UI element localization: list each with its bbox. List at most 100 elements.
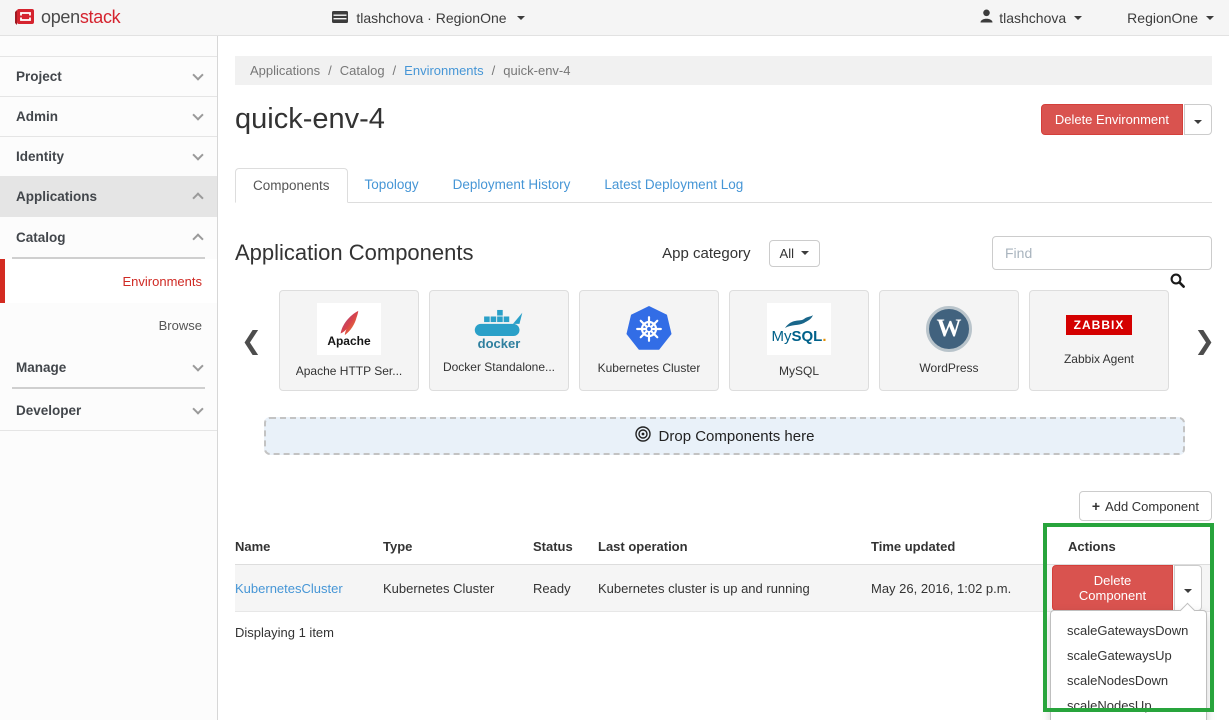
- carousel-next-button[interactable]: ❯: [1186, 326, 1212, 356]
- openstack-logo[interactable]: openstack: [14, 6, 120, 29]
- action-menu-item-scale-nodes-down[interactable]: scaleNodesDown: [1051, 668, 1206, 693]
- breadcrumb-item-catalog: Catalog: [340, 63, 385, 78]
- action-menu-item-scale-gateways-down[interactable]: scaleGatewaysDown: [1051, 618, 1206, 643]
- add-component-button[interactable]: + Add Component: [1079, 491, 1212, 521]
- component-tile-kubernetes[interactable]: Kubernetes Cluster: [579, 290, 719, 391]
- tab-topology[interactable]: Topology: [348, 168, 436, 203]
- docker-logo: docker: [472, 307, 526, 351]
- caret-down-icon: [517, 16, 525, 20]
- action-menu: scaleGatewaysDown scaleGatewaysUp scaleN…: [1050, 610, 1207, 720]
- sidebar-divider: [12, 387, 205, 389]
- topbar: openstack tlashchova · RegionOne tlashch…: [0, 0, 1229, 36]
- region-menu[interactable]: RegionOne: [1127, 10, 1214, 26]
- sidebar-item-applications[interactable]: Applications: [0, 177, 217, 217]
- sidebar-item-browse[interactable]: Browse: [0, 303, 217, 347]
- project-switcher-label: tlashchova · RegionOne: [356, 10, 506, 26]
- breadcrumb-item-environments[interactable]: Environments: [404, 63, 483, 78]
- component-name-link[interactable]: KubernetesCluster: [235, 581, 343, 596]
- caret-down-icon: [1184, 589, 1192, 593]
- component-tile-mysql[interactable]: MySQL. MySQL: [729, 290, 869, 391]
- components-carousel: ❮ Apache Apache HTTP Ser...: [235, 290, 1212, 391]
- drop-zone[interactable]: Drop Components here: [264, 417, 1185, 455]
- plus-icon: +: [1092, 498, 1100, 514]
- app-category-dropdown[interactable]: All: [769, 240, 820, 267]
- wordpress-logo: W: [926, 306, 972, 352]
- region-menu-label: RegionOne: [1127, 10, 1198, 26]
- table-row: KubernetesCluster Kubernetes Cluster Rea…: [235, 565, 1212, 612]
- apache-logo: Apache: [317, 303, 381, 355]
- user-menu-label: tlashchova: [999, 10, 1066, 26]
- drop-zone-label: Drop Components here: [659, 428, 815, 445]
- user-icon: [980, 9, 993, 26]
- delete-environment-caret-button[interactable]: [1184, 104, 1212, 135]
- chevron-up-icon: [192, 192, 203, 203]
- breadcrumb-item-applications: Applications: [250, 63, 320, 78]
- breadcrumb-separator: /: [328, 63, 332, 78]
- breadcrumb-item-current: quick-env-4: [503, 63, 570, 78]
- sidebar-item-label: Manage: [16, 360, 66, 375]
- page-title: quick-env-4: [235, 103, 385, 136]
- chevron-down-icon: [192, 403, 203, 414]
- action-menu-item-scale-gateways-up[interactable]: scaleGatewaysUp: [1051, 643, 1206, 668]
- component-tile-apache[interactable]: Apache Apache HTTP Ser...: [279, 290, 419, 391]
- cell-actions: Delete Component scaleGatewaysDown scale…: [1036, 565, 1212, 612]
- table-header-type: Type: [383, 529, 533, 565]
- tab-deployment-history[interactable]: Deployment History: [436, 168, 588, 203]
- sidebar-item-admin[interactable]: Admin: [0, 97, 217, 137]
- tile-label: Apache HTTP Ser...: [296, 364, 403, 378]
- table-header-time-updated: Time updated: [871, 529, 1036, 565]
- table-header-status: Status: [533, 529, 598, 565]
- sidebar-item-developer[interactable]: Developer: [0, 391, 217, 431]
- brand-wordmark: openstack: [41, 7, 120, 28]
- cell-time-updated: May 26, 2016, 1:02 p.m.: [871, 565, 1036, 612]
- drop-target-icon: [635, 426, 651, 446]
- tab-components[interactable]: Components: [235, 168, 348, 203]
- search-icon[interactable]: [1170, 273, 1185, 287]
- sidebar: Project Admin Identity Applications Cata…: [0, 36, 218, 720]
- kubernetes-logo: [626, 306, 672, 352]
- sidebar-item-label: Developer: [16, 403, 81, 418]
- tile-label: Docker Standalone...: [443, 360, 555, 374]
- sidebar-item-label: Catalog: [16, 230, 66, 245]
- project-switcher[interactable]: tlashchova · RegionOne: [332, 10, 524, 26]
- action-menu-item-scale-nodes-up[interactable]: scaleNodesUp: [1051, 693, 1206, 718]
- breadcrumb-separator: /: [393, 63, 397, 78]
- caret-down-icon: [1206, 16, 1214, 20]
- delete-environment-button[interactable]: Delete Environment: [1041, 104, 1183, 135]
- component-tile-zabbix[interactable]: ZABBIX Zabbix Agent: [1029, 290, 1169, 391]
- tab-bar: Components Topology Deployment History L…: [235, 168, 1212, 203]
- table-header-last-operation: Last operation: [598, 529, 871, 565]
- section-heading: Application Components: [235, 240, 473, 266]
- user-menu[interactable]: tlashchova: [980, 9, 1082, 26]
- tab-latest-deployment-log[interactable]: Latest Deployment Log: [587, 168, 760, 203]
- caret-down-icon: [1074, 16, 1082, 20]
- app-category-value: All: [780, 246, 794, 261]
- app-category-label: App category: [662, 245, 750, 262]
- cell-last-operation: Kubernetes cluster is up and running: [598, 565, 871, 612]
- tile-label: WordPress: [919, 361, 978, 375]
- caret-down-icon: [801, 251, 809, 255]
- component-tile-docker[interactable]: docker Docker Standalone...: [429, 290, 569, 391]
- sidebar-item-label: Project: [16, 69, 62, 84]
- sidebar-item-manage[interactable]: Manage: [0, 347, 217, 387]
- caret-down-icon: [1194, 120, 1202, 124]
- sidebar-item-identity[interactable]: Identity: [0, 137, 217, 177]
- table-header-name: Name: [235, 529, 383, 565]
- component-tile-wordpress[interactable]: W WordPress: [879, 290, 1019, 391]
- carousel-prev-button[interactable]: ❮: [235, 326, 279, 356]
- sidebar-item-environments[interactable]: Environments: [0, 259, 217, 303]
- sidebar-item-label: Identity: [16, 149, 64, 164]
- zabbix-logo: ZABBIX: [1066, 315, 1133, 335]
- sidebar-item-label: Applications: [16, 189, 97, 204]
- table-header-actions: Actions: [1036, 529, 1212, 565]
- cell-status: Ready: [533, 565, 598, 612]
- delete-component-button[interactable]: Delete Component: [1052, 565, 1173, 611]
- find-input[interactable]: [992, 236, 1212, 270]
- sidebar-item-project[interactable]: Project: [0, 57, 217, 97]
- chevron-down-icon: [192, 360, 203, 371]
- sidebar-item-catalog[interactable]: Catalog: [0, 217, 217, 257]
- chevron-up-icon: [192, 233, 203, 244]
- tile-label: MySQL: [779, 364, 819, 378]
- components-table: Name Type Status Last operation Time upd…: [235, 529, 1212, 612]
- sidebar-item-label: Browse: [159, 318, 202, 333]
